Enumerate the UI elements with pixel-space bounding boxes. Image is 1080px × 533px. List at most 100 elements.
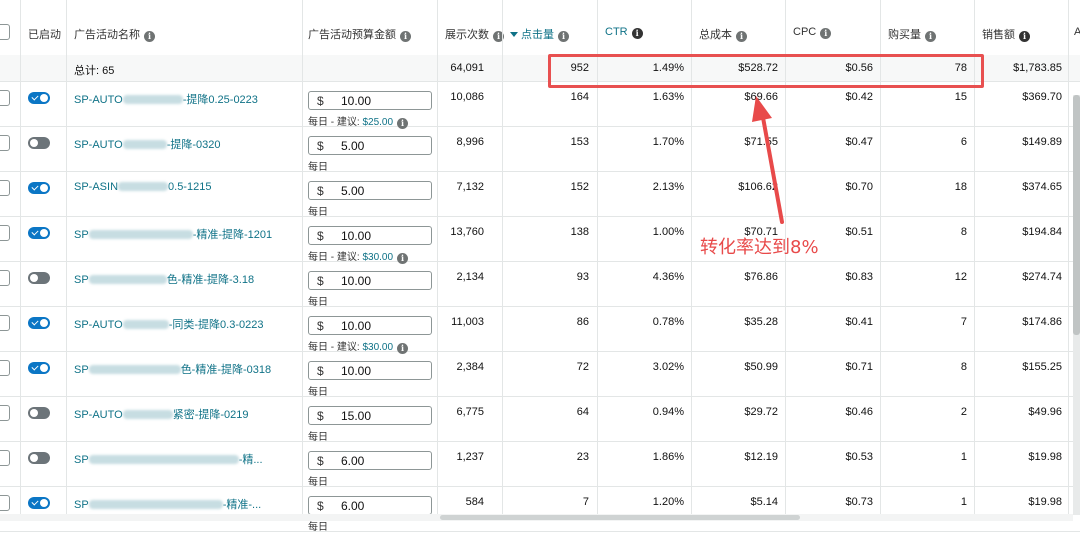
row-checkbox[interactable]	[0, 135, 10, 151]
info-icon[interactable]: i	[1019, 31, 1030, 42]
campaign-name-link[interactable]: SP 色-精准-提降-3.18	[74, 271, 254, 287]
spend-cell: $35.28	[744, 316, 778, 328]
row-checkbox[interactable]	[0, 450, 10, 466]
campaign-name-link[interactable]: SP -精准-提降-1201	[74, 226, 272, 242]
total-impressions: 64,091	[450, 62, 484, 74]
annotation-text: 转化率达到8%	[700, 237, 819, 258]
redacted-text	[88, 500, 223, 509]
budget-input[interactable]: $5.00	[308, 181, 432, 200]
header-next-column[interactable]: A	[1074, 26, 1080, 38]
column-divider	[66, 0, 67, 521]
info-icon[interactable]: i	[925, 31, 936, 42]
header-enabled[interactable]: 已启动	[28, 26, 61, 42]
enable-toggle[interactable]	[28, 182, 50, 194]
total-cpc: $0.56	[845, 62, 873, 74]
row-checkbox[interactable]	[0, 315, 10, 331]
budget-input[interactable]: $10.00	[308, 91, 432, 110]
info-icon[interactable]: i	[144, 31, 155, 42]
clicks-cell: 72	[576, 361, 589, 373]
info-icon[interactable]: i	[400, 31, 411, 42]
header-clicks[interactable]: 点击量 i	[510, 26, 569, 42]
row-checkbox[interactable]	[0, 405, 10, 421]
cpc-cell: $0.73	[845, 496, 873, 508]
enable-toggle[interactable]	[28, 362, 50, 374]
spend-cell: $106.62	[738, 181, 778, 193]
impressions-cell: 1,237	[456, 451, 484, 463]
header-cpc[interactable]: CPC i	[793, 26, 832, 39]
header-ctr[interactable]: CTR i	[605, 26, 643, 39]
campaign-name-link[interactable]: SP-ASIN 0.5-1215	[74, 181, 211, 193]
budget-input[interactable]: $10.00	[308, 226, 432, 245]
impressions-cell: 2,384	[456, 361, 484, 373]
campaign-name-link[interactable]: SP -精准-...	[74, 496, 261, 512]
row-checkbox[interactable]	[0, 225, 10, 241]
clicks-cell: 164	[570, 91, 589, 103]
column-divider	[1068, 0, 1069, 521]
enable-toggle[interactable]	[28, 497, 50, 509]
redacted-text	[88, 275, 167, 284]
cpc-cell: $0.71	[845, 361, 873, 373]
header-orders[interactable]: 购买量 i	[888, 26, 936, 42]
row-checkbox[interactable]	[0, 270, 10, 286]
header-impressions[interactable]: 展示次数 i	[445, 26, 504, 42]
campaign-name-link[interactable]: SP-AUTO -提降0.25-0223	[74, 91, 258, 107]
header-campaign-name[interactable]: 广告活动名称 i	[74, 26, 155, 42]
enable-toggle[interactable]	[28, 92, 50, 104]
sales-cell: $155.25	[1022, 361, 1062, 373]
budget-input[interactable]: $10.00	[308, 361, 432, 380]
clicks-cell: 93	[576, 271, 589, 283]
spend-cell: $12.19	[744, 451, 778, 463]
header-sales[interactable]: 销售额 i	[982, 26, 1030, 42]
redacted-text	[122, 320, 169, 329]
header-budget[interactable]: 广告活动预算金额 i	[308, 26, 411, 42]
budget-input[interactable]: $6.00	[308, 496, 432, 515]
budget-input[interactable]: $10.00	[308, 316, 432, 335]
row-checkbox[interactable]	[0, 360, 10, 376]
row-checkbox[interactable]	[0, 180, 10, 196]
info-icon[interactable]: i	[558, 31, 569, 42]
enable-toggle[interactable]	[28, 137, 50, 149]
ctr-cell: 1.70%	[652, 136, 684, 148]
orders-cell: 1	[960, 451, 967, 463]
toggle-knob	[40, 364, 48, 372]
select-all-checkbox[interactable]	[0, 24, 10, 40]
info-icon[interactable]: i	[736, 31, 747, 42]
clicks-cell: 7	[582, 496, 589, 508]
row-checkbox[interactable]	[0, 495, 10, 511]
enable-toggle[interactable]	[28, 272, 50, 284]
header-spend[interactable]: 总成本 i	[699, 26, 747, 42]
redacted-text	[88, 365, 181, 374]
table-header: 已启动 广告活动名称 i 广告活动预算金额 i 展示次数 i 点击量 i CTR i 总成…	[0, 0, 1080, 56]
campaign-name-link[interactable]: SP -精...	[74, 451, 263, 467]
total-sales: $1,783.85	[1013, 62, 1062, 74]
clicks-cell: 86	[576, 316, 589, 328]
vertical-scroll-thumb[interactable]	[1073, 95, 1080, 335]
campaign-name-link[interactable]: SP-AUTO 紧密-提降-0219	[74, 406, 249, 422]
orders-cell: 12	[954, 271, 967, 283]
campaign-name-link[interactable]: SP 色-精准-提降-0318	[74, 361, 271, 377]
orders-cell: 6	[960, 136, 967, 148]
horizontal-scroll-thumb[interactable]	[440, 515, 800, 520]
table-row: SP-AUTO -提降-0320 $5.00 每日 8,996 153 1.70%…	[0, 126, 1080, 173]
enable-toggle[interactable]	[28, 317, 50, 329]
budget-input[interactable]: $5.00	[308, 136, 432, 155]
info-icon[interactable]: i	[820, 28, 832, 39]
sales-cell: $369.70	[1022, 91, 1062, 103]
redacted-text	[122, 140, 167, 149]
spend-cell: $69.66	[744, 91, 778, 103]
campaign-name-link[interactable]: SP-AUTO -同类-提降0.3-0223	[74, 316, 263, 332]
sales-cell: $374.65	[1022, 181, 1062, 193]
budget-input[interactable]: $15.00	[308, 406, 432, 425]
budget-input[interactable]: $10.00	[308, 271, 432, 290]
campaign-name-link[interactable]: SP-AUTO -提降-0320	[74, 136, 221, 152]
enable-toggle[interactable]	[28, 227, 50, 239]
table-row: SP -精准-... $6.00 每日 584 7 1.20% $5.14 $0.…	[0, 486, 1080, 533]
info-icon[interactable]: i	[631, 28, 643, 39]
row-checkbox[interactable]	[0, 90, 10, 106]
enable-toggle[interactable]	[28, 452, 50, 464]
sales-cell: $174.86	[1022, 316, 1062, 328]
cpc-cell: $0.53	[845, 451, 873, 463]
budget-input[interactable]: $6.00	[308, 451, 432, 470]
enable-toggle[interactable]	[28, 407, 50, 419]
total-ctr: 1.49%	[652, 62, 684, 74]
